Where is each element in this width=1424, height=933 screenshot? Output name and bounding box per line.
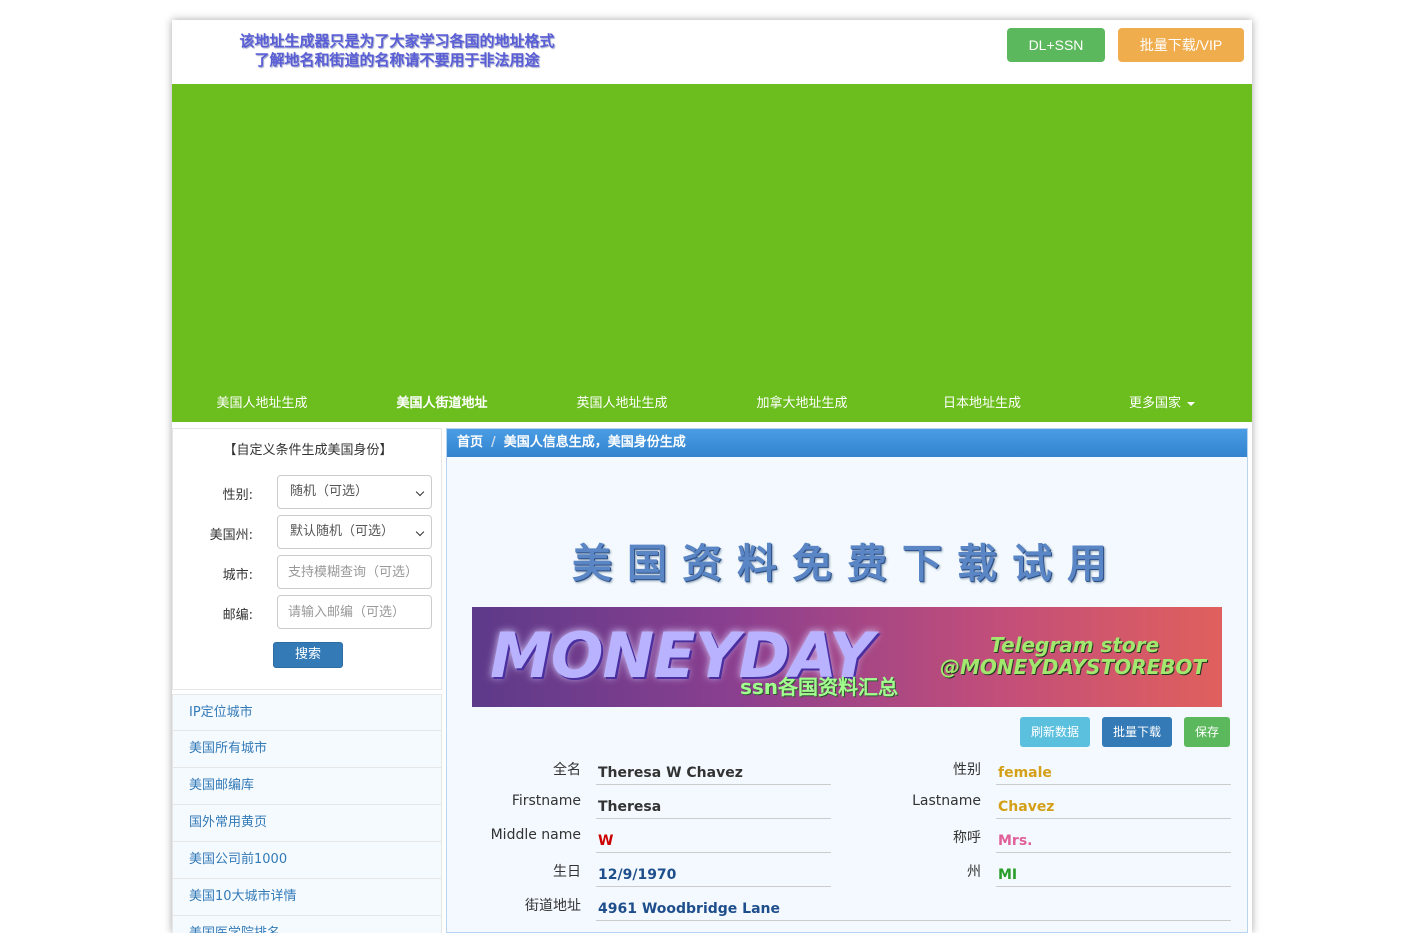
sidebar-link-zip-db[interactable]: 美国邮编库 xyxy=(172,768,442,805)
sidebar-link-medical-schools[interactable]: 美国医学院排名 xyxy=(172,916,442,933)
sidebar-links: IP定位城市 美国所有城市 美国邮编库 国外常用黄页 美国公司前1000 美国1… xyxy=(172,694,442,933)
slogan-line-1: 该地址生成器只是为了大家学习各国的地址格式 xyxy=(239,32,555,50)
title-label: 称呼 xyxy=(953,830,981,846)
site-slogan: 该地址生成器只是为了大家学习各国的地址格式 了解地名和街道的名称请不要用于非法用… xyxy=(212,32,582,70)
sidebar-link-ip-city[interactable]: IP定位城市 xyxy=(172,694,442,731)
firstname-label: Firstname xyxy=(511,793,581,809)
breadcrumb-home[interactable]: 首页 xyxy=(457,435,483,450)
promo-title: 美国资料免费下载试用 xyxy=(572,540,1122,587)
refresh-data-button[interactable]: 刷新数据 xyxy=(1020,717,1090,747)
sidebar-link-all-cities[interactable]: 美国所有城市 xyxy=(172,731,442,768)
nav-more-label: 更多国家 xyxy=(1128,395,1181,410)
batch-download-button[interactable]: 批量下载 xyxy=(1102,717,1172,747)
state-label: 美国州: xyxy=(209,528,253,543)
gender-select[interactable]: 随机（可选） xyxy=(277,475,432,509)
sidebar-link-top-cities[interactable]: 美国10大城市详情 xyxy=(172,879,442,916)
promo-subtitle: ssn各国资料汇总 xyxy=(740,675,899,699)
fullname-value: Theresa W Chavez xyxy=(596,759,831,785)
city-label: 城市: xyxy=(222,568,253,583)
save-button[interactable]: 保存 xyxy=(1184,717,1230,747)
middle-name-label: Middle name xyxy=(490,827,581,843)
fullname-label: 全名 xyxy=(553,762,581,778)
nav-more-countries[interactable]: 更多国家 xyxy=(1072,384,1252,422)
main-panel: 首页 / 美国人信息生成，美国身份生成 美国资料免费下载试用 MONEYDAY ss… xyxy=(446,428,1248,933)
gender-field-value: female xyxy=(996,759,1231,785)
promo-telegram-line1: Telegram store xyxy=(990,633,1160,657)
nav-us-street[interactable]: 美国人街道地址 xyxy=(352,384,532,422)
nav-ca-address[interactable]: 加拿大地址生成 xyxy=(712,384,892,422)
title-value: Mrs. xyxy=(996,827,1231,853)
street-label: 街道地址 xyxy=(525,898,581,914)
zip-input-wrap xyxy=(277,595,432,629)
middle-name-value: W xyxy=(596,827,831,853)
sidebar: 【自定义条件生成美国身份】 性别: 随机（可选） 美国州: 默认随机（可选） 城… xyxy=(172,422,444,933)
state-field-value: MI xyxy=(996,861,1231,887)
firstname-value: Theresa xyxy=(596,793,831,819)
custom-search-form: 【自定义条件生成美国身份】 性别: 随机（可选） 美国州: 默认随机（可选） 城… xyxy=(172,428,442,690)
breadcrumb-current: 美国人信息生成，美国身份生成 xyxy=(503,435,686,450)
lastname-label: Lastname xyxy=(912,793,981,809)
nav-jp-address[interactable]: 日本地址生成 xyxy=(892,384,1072,422)
sidebar-link-yellow-pages[interactable]: 国外常用黄页 xyxy=(172,805,442,842)
gender-field-label: 性别 xyxy=(953,762,981,778)
gender-select-value: 随机（可选） xyxy=(290,484,369,499)
birthday-label: 生日 xyxy=(553,864,581,880)
promo-banner-image[interactable]: MONEYDAY ssn各国资料汇总 Telegram store @MONEY… xyxy=(472,607,1222,707)
dl-ssn-button[interactable]: DL+SSN xyxy=(1007,28,1105,62)
main-nav: 美国人地址生成 美国人街道地址 英国人地址生成 加拿大地址生成 日本地址生成 更… xyxy=(172,384,1252,422)
search-button[interactable]: 搜索 xyxy=(273,642,343,668)
birthday-value: 12/9/1970 xyxy=(596,861,831,887)
bulk-vip-button[interactable]: 批量下载/VIP xyxy=(1118,28,1244,62)
slogan-line-2: 了解地名和街道的名称请不要用于非法用途 xyxy=(254,51,540,69)
form-title: 【自定义条件生成美国身份】 xyxy=(223,443,393,458)
breadcrumb-separator: / xyxy=(491,435,496,450)
zip-label: 邮编: xyxy=(222,608,253,623)
site-header: 该地址生成器只是为了大家学习各国的地址格式 了解地名和街道的名称请不要用于非法用… xyxy=(172,20,1252,84)
nav-uk-address[interactable]: 英国人地址生成 xyxy=(532,384,712,422)
caret-down-icon xyxy=(1187,401,1195,406)
lastname-value: Chavez xyxy=(996,793,1231,819)
gender-label: 性别: xyxy=(222,488,253,503)
page-container: 该地址生成器只是为了大家学习各国的地址格式 了解地名和街道的名称请不要用于非法用… xyxy=(172,20,1252,933)
street-value: 4961 Woodbridge Lane xyxy=(596,895,1231,921)
state-field-label: 州 xyxy=(967,864,981,880)
breadcrumb: 首页 / 美国人信息生成，美国身份生成 xyxy=(447,429,1247,457)
zip-input[interactable] xyxy=(288,596,424,626)
city-input[interactable] xyxy=(288,556,424,586)
nav-us-address[interactable]: 美国人地址生成 xyxy=(172,384,352,422)
state-select[interactable]: 默认随机（可选） xyxy=(277,515,432,549)
promo-telegram-line2: @MONEYDAYSTOREBOT xyxy=(940,655,1207,679)
ad-banner xyxy=(172,84,1252,422)
state-select-value: 默认随机（可选） xyxy=(290,524,395,539)
sidebar-link-top-companies[interactable]: 美国公司前1000 xyxy=(172,842,442,879)
city-input-wrap xyxy=(277,555,432,589)
